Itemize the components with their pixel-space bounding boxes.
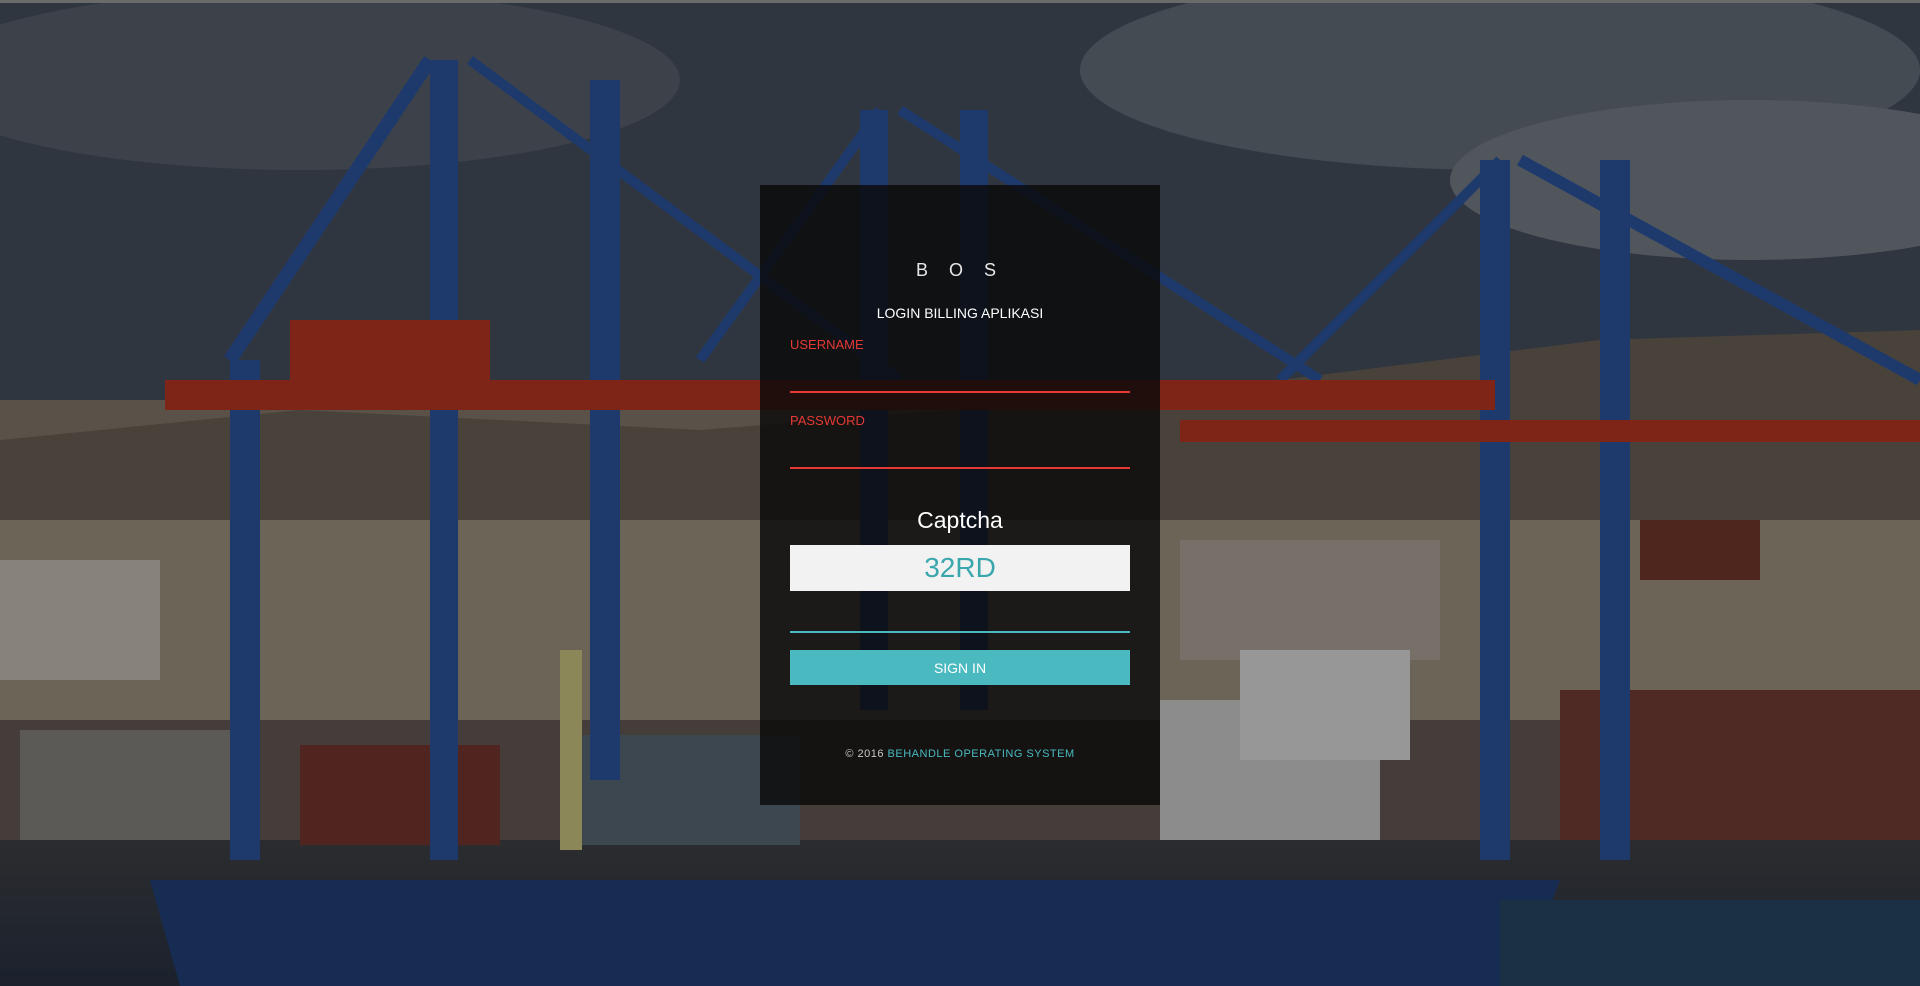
username-input[interactable] <box>790 365 1130 393</box>
footer-link[interactable]: BEHANDLE OPERATING SYSTEM <box>888 748 1075 760</box>
footer-copyright: © 2016 BEHANDLE OPERATING SYSTEM <box>760 748 1160 760</box>
login-card: B O S LOGIN BILLING APLIKASI USERNAME PA… <box>760 185 1160 805</box>
captcha-input[interactable] <box>790 605 1130 633</box>
password-input[interactable] <box>790 441 1130 469</box>
app-brand-title: B O S <box>915 260 1004 280</box>
captcha-code: 32RD <box>924 552 996 583</box>
footer-prefix: © 2016 <box>845 748 888 760</box>
captcha-title: Captcha <box>917 507 1003 533</box>
sign-in-button[interactable]: SIGN IN <box>790 650 1130 685</box>
username-label: USERNAME <box>790 337 864 352</box>
password-label: PASSWORD <box>790 413 865 428</box>
top-border <box>0 0 1920 3</box>
captcha-image: 32RD <box>790 545 1130 591</box>
login-subtitle: LOGIN BILLING APLIKASI <box>876 305 1044 321</box>
